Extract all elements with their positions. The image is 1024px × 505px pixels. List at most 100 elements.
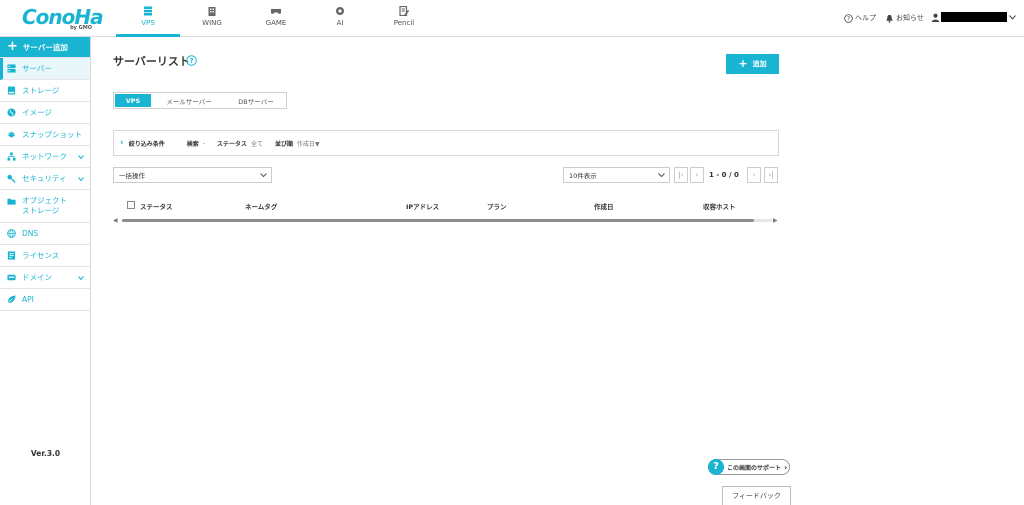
sidebar-item-license[interactable]: ライセンス <box>0 245 90 267</box>
sidebar-item-label: オブジェクト ストレージ <box>22 196 67 215</box>
server-icon <box>7 64 16 73</box>
chevron-down-icon[interactable] <box>1009 15 1016 20</box>
help-label: ヘルプ <box>855 14 876 22</box>
add-button-label: 追加 <box>752 60 767 68</box>
sidebar-item-domain[interactable]: ドメイン <box>0 267 90 289</box>
user-name-redacted[interactable] <box>941 12 1007 22</box>
prev-page-button[interactable]: ‹ <box>690 167 704 183</box>
add-server-label: サーバー追加 <box>22 42 68 52</box>
question-icon: ? <box>708 458 724 475</box>
storage-icon <box>7 86 16 95</box>
sidebar-item-storage[interactable]: ストレージ <box>0 80 90 102</box>
sidebar: + サーバー追加 サーバー ストレージ イメージ スナップショット ネットワーク… <box>0 37 91 505</box>
tab-vps-servers[interactable]: VPS <box>115 94 151 107</box>
add-server-button[interactable]: + サーバー追加 <box>0 37 90 58</box>
tab-game-label: GAME <box>265 19 287 27</box>
tab-game[interactable]: GAME <box>244 0 308 37</box>
leaf-icon <box>7 295 16 304</box>
chevron-right-icon: › <box>784 462 788 472</box>
pencil-document-icon <box>399 6 409 16</box>
top-header: ConoHa by GMO VPS WING GAME AI Pencil ? <box>0 0 1024 37</box>
filter-panel[interactable]: › 絞り込み条件 検索 - ステータス 全て 並び順 作成日▼ <box>113 130 779 156</box>
per-page-select[interactable]: 10件表示 <box>563 167 670 183</box>
column-header-ip[interactable]: IPアドレス <box>406 201 439 211</box>
sidebar-item-dns[interactable]: DNS <box>0 223 90 245</box>
chevron-down-icon <box>78 176 84 181</box>
sidebar-item-label: DNS <box>22 229 39 238</box>
svg-text:?: ? <box>847 16 850 22</box>
feedback-button[interactable]: フィードバック <box>722 486 791 505</box>
filter-status-label: ステータス <box>216 140 247 148</box>
building-icon <box>208 7 216 16</box>
select-all-checkbox[interactable] <box>127 201 135 209</box>
image-globe-icon <box>7 108 16 117</box>
notice-label: お知らせ <box>896 14 924 22</box>
sidebar-item-image[interactable]: イメージ <box>0 102 90 124</box>
sidebar-item-object-storage[interactable]: オブジェクト ストレージ <box>0 190 90 223</box>
last-page-icon: ›| <box>768 171 774 179</box>
sidebar-item-api[interactable]: API <box>0 289 90 311</box>
scroll-right-icon[interactable]: ▶ <box>773 217 778 224</box>
add-button[interactable]: + 追加 <box>726 54 779 74</box>
tab-mail-servers[interactable]: メールサーバー <box>152 93 226 108</box>
user-icon[interactable] <box>931 13 940 22</box>
gamepad-icon <box>271 8 281 14</box>
filter-search-value: - <box>202 139 205 147</box>
bulk-action-value: 一括操作 <box>119 172 145 180</box>
page-support-button[interactable]: ? この画面のサポート › <box>708 458 790 475</box>
bulk-action-select[interactable]: 一括操作 <box>113 167 272 183</box>
chevron-down-icon <box>78 154 84 159</box>
per-page-value: 10件表示 <box>569 172 597 180</box>
filter-sort-label: 並び順 <box>274 140 293 148</box>
sidebar-item-security[interactable]: セキュリティ <box>0 168 90 190</box>
tab-db-servers[interactable]: DBサーバー <box>226 93 286 108</box>
column-header-plan[interactable]: プラン <box>487 201 507 211</box>
sidebar-item-server[interactable]: サーバー <box>0 58 90 80</box>
column-header-created[interactable]: 作成日 <box>594 201 614 211</box>
tab-vps-label: VPS <box>141 19 155 27</box>
column-header-host[interactable]: 収容ホスト <box>703 201 736 211</box>
filter-status-value: 全て <box>250 140 263 148</box>
next-page-button[interactable]: › <box>747 167 761 183</box>
scroll-thumb[interactable] <box>122 219 754 222</box>
plus-icon: + <box>7 39 18 54</box>
snapshot-icon <box>7 131 16 138</box>
column-header-status[interactable]: ステータス <box>140 201 173 211</box>
notice-link[interactable]: お知らせ <box>885 13 924 23</box>
tab-pencil-label: Pencil <box>393 19 415 27</box>
first-page-icon: |‹ <box>678 171 684 179</box>
logo-subtext: by GMO <box>70 25 92 31</box>
tab-wing[interactable]: WING <box>180 0 244 37</box>
sidebar-item-label: ストレージ <box>22 86 60 95</box>
ai-chip-icon <box>336 7 344 15</box>
tab-ai[interactable]: AI <box>308 0 372 37</box>
filter-search-label: 検索 <box>186 140 199 148</box>
license-icon <box>7 251 16 260</box>
sidebar-item-network[interactable]: ネットワーク <box>0 146 90 168</box>
bell-icon <box>886 14 893 23</box>
tab-vps[interactable]: VPS <box>116 0 180 37</box>
next-page-icon: › <box>752 171 756 179</box>
prev-page-icon: ‹ <box>695 171 699 179</box>
sidebar-item-label: ネットワーク <box>22 152 67 161</box>
horizontal-scrollbar[interactable]: ◀ ▶ <box>113 216 779 225</box>
tab-ai-label: AI <box>336 19 344 27</box>
conoha-logo[interactable]: ConoHa by GMO <box>22 6 104 32</box>
server-type-tabs: VPS メールサーバー DBサーバー <box>113 92 287 109</box>
globe-icon <box>7 229 16 238</box>
help-circle-icon[interactable]: ? <box>186 55 197 66</box>
last-page-button[interactable]: ›| <box>764 167 778 183</box>
scroll-left-icon[interactable]: ◀ <box>113 217 118 224</box>
first-page-button[interactable]: |‹ <box>674 167 688 183</box>
chevron-down-icon <box>78 275 84 280</box>
sidebar-item-snapshot[interactable]: スナップショット <box>0 124 90 146</box>
page-title: サーバーリスト <box>113 55 190 68</box>
help-link[interactable]: ? ヘルプ <box>844 13 876 23</box>
sidebar-item-label: セキュリティ <box>22 174 67 183</box>
tab-pencil[interactable]: Pencil <box>372 0 436 37</box>
sidebar-item-label: サーバー <box>22 64 52 73</box>
column-header-nametag[interactable]: ネームタグ <box>245 201 277 211</box>
sidebar-item-label: イメージ <box>22 108 52 117</box>
filter-title: 絞り込み条件 <box>128 140 165 148</box>
network-icon <box>7 152 16 161</box>
